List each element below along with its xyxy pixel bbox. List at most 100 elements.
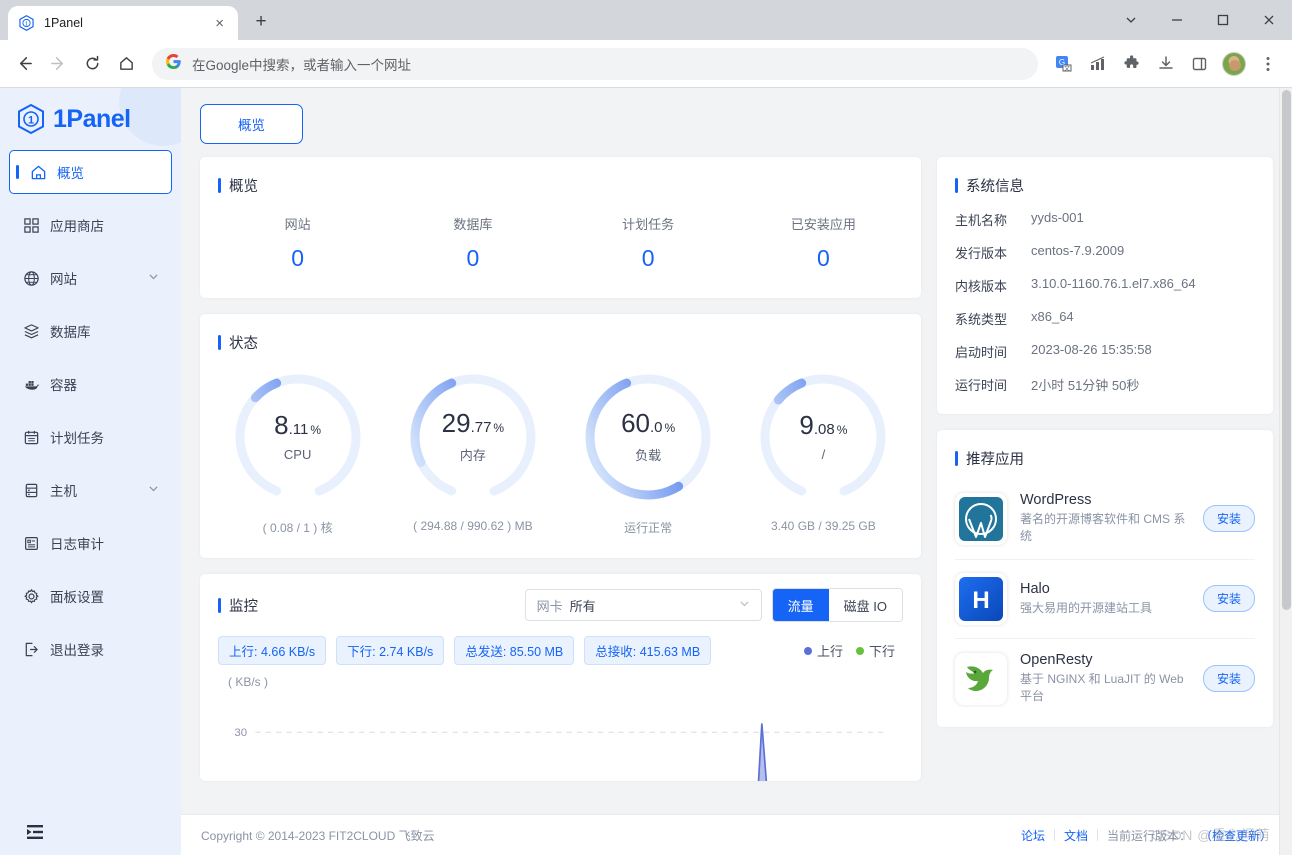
segment-traffic[interactable]: 流量 <box>773 589 829 621</box>
chevron-down-icon[interactable] <box>1108 0 1154 40</box>
chart-canvas: 3530 <box>218 675 903 781</box>
legend-download[interactable]: 下行 <box>856 641 895 660</box>
sidebar-item-container[interactable]: 容器 <box>9 362 172 406</box>
gauge-sublabel: ( 294.88 / 990.62 ) MB <box>413 519 532 533</box>
sidebar-item-label: 面板设置 <box>50 586 159 606</box>
gear-icon <box>22 587 40 605</box>
svg-text:1: 1 <box>28 115 34 127</box>
app-logo-text: 1Panel <box>53 105 131 134</box>
sidebar-item-logout[interactable]: 退出登录 <box>9 627 172 671</box>
browser-toolbar: 在Google中搜索，或者输入一个网址 G文 <box>0 40 1292 88</box>
log-icon <box>22 534 40 552</box>
recommended-apps-card: 推荐应用 <box>937 430 1273 727</box>
database-icon <box>22 322 40 340</box>
sidebar-item-host[interactable]: 主机 <box>9 468 172 512</box>
gauge-sublabel: 运行正常 <box>624 519 672 536</box>
stat-website[interactable]: 网站 0 <box>210 214 385 272</box>
system-info-value: 2023-08-26 15:35:58 <box>1031 342 1152 361</box>
browser-tab[interactable]: 1 1Panel × <box>8 6 238 40</box>
menu-icon[interactable] <box>1252 48 1284 80</box>
sidebar-item-app-store[interactable]: 应用商店 <box>9 203 172 247</box>
browser-window: 1 1Panel × + <box>0 0 1292 855</box>
system-info-rows: 主机名称yyds-001发行版本centos-7.9.2009内核版本3.10.… <box>937 196 1273 414</box>
stat-label: 数据库 <box>385 214 560 233</box>
list-item: WordPress 著名的开源博客软件和 CMS 系统 安装 <box>955 479 1255 560</box>
status-title: 状态 <box>200 314 921 353</box>
check-update-link[interactable]: （检查更新） <box>1200 827 1272 844</box>
stat-value: 0 <box>561 245 736 272</box>
extensions-icon[interactable] <box>1116 48 1148 80</box>
gauge-readout: 9.08%/ <box>753 367 893 507</box>
scrollbar-thumb[interactable] <box>1282 90 1291 610</box>
calendar-icon <box>22 428 40 446</box>
tab-title: 1Panel <box>44 16 202 30</box>
forum-link[interactable]: 论坛 <box>1021 827 1045 844</box>
translate-icon[interactable]: G文 <box>1048 48 1080 80</box>
back-icon[interactable] <box>8 48 40 80</box>
chevron-down-icon <box>739 598 750 612</box>
sidebar-collapse <box>0 809 181 855</box>
home-icon[interactable] <box>110 48 142 80</box>
gauge-readout: 29.77%内存 <box>403 367 543 507</box>
gauge-ring: 60.0% 负载 <box>578 367 718 507</box>
forward-icon[interactable] <box>42 48 74 80</box>
vertical-scrollbar[interactable] <box>1279 88 1292 855</box>
svg-text:H: H <box>972 587 989 614</box>
gauge-percent: 60.0% <box>621 410 675 436</box>
system-info-title: 系统信息 <box>937 157 1273 196</box>
segment-disk-io[interactable]: 磁盘 IO <box>829 589 902 621</box>
sidebar-item-website[interactable]: 网站 <box>9 256 172 300</box>
tab-overview[interactable]: 概览 <box>200 104 303 144</box>
overview-stats: 网站 0 数据库 0 计划任务 0 <box>200 196 921 298</box>
sidebar-item-overview[interactable]: 概览 <box>9 150 172 194</box>
system-info-key: 发行版本 <box>955 243 1031 262</box>
system-info-row: 主机名称yyds-001 <box>955 210 1255 229</box>
install-button[interactable]: 安装 <box>1203 505 1255 532</box>
system-info-row: 启动时间2023-08-26 15:35:58 <box>955 342 1255 361</box>
close-window-button[interactable] <box>1246 0 1292 40</box>
install-button[interactable]: 安装 <box>1203 665 1255 692</box>
new-tab-button[interactable]: + <box>246 7 276 37</box>
sidebar-item-database[interactable]: 数据库 <box>9 309 172 353</box>
sidebar-item-cron[interactable]: 计划任务 <box>9 415 172 459</box>
sidebar-item-label: 网站 <box>50 268 138 288</box>
app-description: 基于 NGINX 和 LuaJIT 的 Web 平台 <box>1020 671 1190 706</box>
collapse-sidebar-icon[interactable] <box>24 823 46 841</box>
stat-cron[interactable]: 计划任务 0 <box>561 214 736 272</box>
stat-database[interactable]: 数据库 0 <box>385 214 560 272</box>
system-info-key: 主机名称 <box>955 210 1031 229</box>
address-bar[interactable]: 在Google中搜索，或者输入一个网址 <box>152 48 1038 80</box>
close-icon[interactable]: × <box>211 14 228 33</box>
maximize-button[interactable] <box>1200 0 1246 40</box>
chip-upload-speed: 上行: 4.66 KB/s <box>218 636 326 665</box>
page-tabs: 概览 <box>200 104 1273 144</box>
sidebar-item-label: 数据库 <box>50 321 159 341</box>
gauge-label: CPU <box>284 447 311 462</box>
home-icon <box>29 163 47 181</box>
sidebar-item-settings[interactable]: 面板设置 <box>9 574 172 618</box>
chart-y-unit: ( KB/s ) <box>228 675 268 689</box>
chevron-down-icon <box>148 271 159 285</box>
sidebar-item-logs[interactable]: 日志审计 <box>9 521 172 565</box>
docs-link[interactable]: 文档 <box>1064 827 1088 844</box>
minimize-button[interactable] <box>1154 0 1200 40</box>
app-info: Halo 强大易用的开源建站工具 <box>1020 581 1190 617</box>
google-icon <box>166 54 181 74</box>
gauge-readout: 60.0% 负载 <box>578 367 718 507</box>
stat-installed-apps[interactable]: 已安装应用 0 <box>736 214 911 272</box>
install-button[interactable]: 安装 <box>1203 585 1255 612</box>
list-item: H Halo 强大易用的开源建站工具 安装 <box>955 560 1255 639</box>
chart-icon[interactable] <box>1082 48 1114 80</box>
profile-avatar[interactable] <box>1218 48 1250 80</box>
wordpress-icon <box>955 493 1007 545</box>
legend-upload[interactable]: 上行 <box>804 641 843 660</box>
app-name: OpenResty <box>1020 652 1190 668</box>
server-icon <box>22 481 40 499</box>
gauge-readout: 8.11%CPU <box>228 367 368 507</box>
network-card-select[interactable]: 网卡 所有 <box>525 589 762 621</box>
download-icon[interactable] <box>1150 48 1182 80</box>
gauge-percent: 29.77% <box>442 410 504 436</box>
side-panel-icon[interactable] <box>1184 48 1216 80</box>
reload-icon[interactable] <box>76 48 108 80</box>
gauge-label: 负载 <box>635 445 661 464</box>
